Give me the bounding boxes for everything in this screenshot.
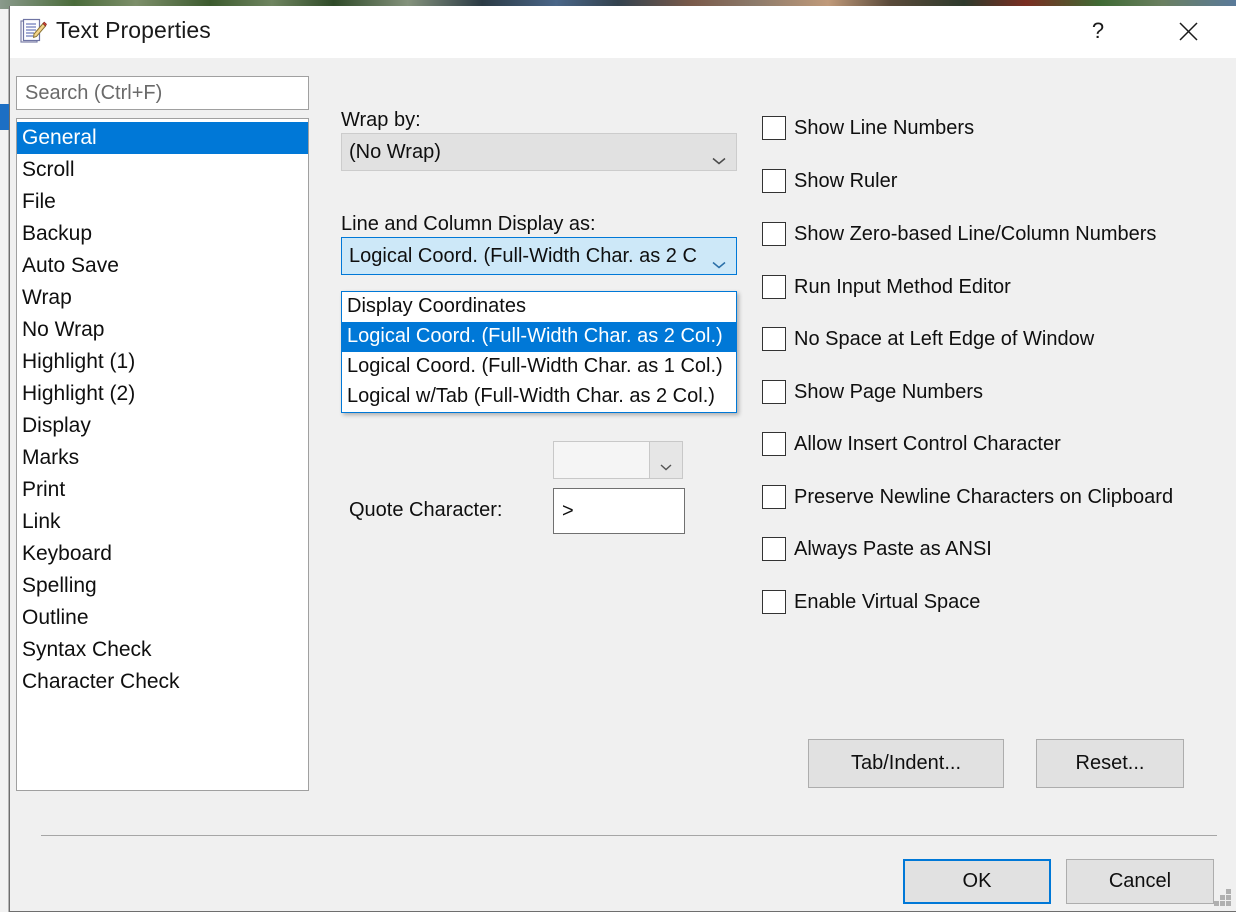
category-item-print[interactable]: Print: [17, 474, 308, 506]
dropdown-option-display-coordinates[interactable]: Display Coordinates: [342, 292, 736, 322]
occluded-spinner-control[interactable]: [553, 441, 683, 479]
checkbox-allow-insert-control-character[interactable]: [762, 432, 786, 456]
category-item-marks[interactable]: Marks: [17, 442, 308, 474]
chevron-down-icon: [712, 252, 726, 269]
reset-button[interactable]: Reset...: [1036, 739, 1184, 788]
checkbox-show-ruler[interactable]: [762, 169, 786, 193]
checkbox-row-no-space-at-left-edge-of-window[interactable]: No Space at Left Edge of Window: [762, 326, 1094, 352]
category-item-file[interactable]: File: [17, 186, 308, 218]
notepad-pencil-icon: [19, 18, 47, 46]
checkbox-label: Allow Insert Control Character: [794, 432, 1061, 455]
page-title: Text Properties: [56, 17, 211, 43]
checkbox-row-show-page-numbers[interactable]: Show Page Numbers: [762, 379, 983, 405]
checkbox-label: Show Line Numbers: [794, 116, 975, 139]
checkbox-row-always-paste-as-ansi[interactable]: Always Paste as ANSI: [762, 536, 992, 562]
wrap-by-select[interactable]: (No Wrap): [341, 133, 737, 171]
checkbox-row-run-input-method-editor[interactable]: Run Input Method Editor: [762, 274, 1011, 300]
checkbox-show-line-numbers[interactable]: [762, 116, 786, 140]
category-item-keyboard[interactable]: Keyboard: [17, 538, 308, 570]
category-item-display[interactable]: Display: [17, 410, 308, 442]
footer-divider: [41, 835, 1217, 836]
dropdown-option-logical-wtab-2col[interactable]: Logical w/Tab (Full-Width Char. as 2 Col…: [342, 382, 736, 412]
quote-character-input[interactable]: [553, 488, 685, 534]
dialog-body: General Scroll File Backup Auto Save Wra…: [10, 58, 1236, 911]
quote-character-label: Quote Character:: [349, 499, 503, 521]
cancel-button[interactable]: Cancel: [1066, 859, 1214, 904]
checkbox-label: Show Page Numbers: [794, 380, 983, 403]
title-bar[interactable]: Text Properties ?: [10, 6, 1236, 58]
category-item-scroll[interactable]: Scroll: [17, 154, 308, 186]
checkbox-show-page-numbers[interactable]: [762, 380, 786, 404]
line-column-display-dropdown[interactable]: Display Coordinates Logical Coord. (Full…: [341, 291, 737, 413]
resize-grip[interactable]: [1214, 889, 1232, 907]
checkbox-label: Enable Virtual Space: [794, 590, 981, 613]
line-column-display-value: Logical Coord. (Full-Width Char. as 2 C: [349, 244, 697, 267]
background-window-selection: [0, 104, 9, 130]
checkbox-run-input-method-editor[interactable]: [762, 275, 786, 299]
wrap-by-value: (No Wrap): [349, 140, 441, 163]
checkbox-always-paste-as-ansi[interactable]: [762, 537, 786, 561]
category-item-no-wrap[interactable]: No Wrap: [17, 314, 308, 346]
checkbox-row-show-zero-based-line-column-numbers[interactable]: Show Zero-based Line/Column Numbers: [762, 221, 1156, 247]
checkbox-label: Preserve Newline Characters on Clipboard: [794, 485, 1174, 508]
checkbox-row-show-ruler[interactable]: Show Ruler: [762, 168, 897, 194]
help-icon[interactable]: ?: [1068, 6, 1128, 56]
dropdown-option-logical-coord-2col[interactable]: Logical Coord. (Full-Width Char. as 2 Co…: [342, 322, 736, 352]
checkbox-row-allow-insert-control-character[interactable]: Allow Insert Control Character: [762, 431, 1061, 457]
search-input[interactable]: [16, 76, 309, 110]
category-item-backup[interactable]: Backup: [17, 218, 308, 250]
dropdown-option-logical-coord-1col[interactable]: Logical Coord. (Full-Width Char. as 1 Co…: [342, 352, 736, 382]
category-item-highlight-2[interactable]: Highlight (2): [17, 378, 308, 410]
chevron-down-icon: [712, 148, 726, 165]
category-item-spelling[interactable]: Spelling: [17, 570, 308, 602]
ok-button[interactable]: OK: [903, 859, 1051, 904]
checkbox-preserve-newline-characters-on-clipboard[interactable]: [762, 485, 786, 509]
checkbox-enable-virtual-space[interactable]: [762, 590, 786, 614]
chevron-down-icon[interactable]: [649, 442, 682, 478]
category-list[interactable]: General Scroll File Backup Auto Save Wra…: [16, 118, 309, 791]
category-item-auto-save[interactable]: Auto Save: [17, 250, 308, 282]
wrap-by-label: Wrap by:: [341, 109, 421, 131]
line-column-display-label: Line and Column Display as:: [341, 213, 596, 235]
category-item-general[interactable]: General: [17, 122, 308, 154]
category-item-character-check[interactable]: Character Check: [17, 666, 308, 698]
category-item-highlight-1[interactable]: Highlight (1): [17, 346, 308, 378]
category-item-wrap[interactable]: Wrap: [17, 282, 308, 314]
category-item-link[interactable]: Link: [17, 506, 308, 538]
checkbox-label: Always Paste as ANSI: [794, 537, 992, 560]
close-icon[interactable]: [1158, 6, 1218, 56]
checkbox-row-preserve-newline-characters-on-clipboard[interactable]: Preserve Newline Characters on Clipboard: [762, 484, 1173, 510]
checkbox-row-enable-virtual-space[interactable]: Enable Virtual Space: [762, 589, 980, 615]
checkbox-label: Show Ruler: [794, 169, 898, 192]
checkbox-label: No Space at Left Edge of Window: [794, 327, 1095, 350]
line-column-display-select[interactable]: Logical Coord. (Full-Width Char. as 2 C: [341, 237, 737, 275]
background-window-edge[interactable]: [0, 9, 9, 912]
checkbox-no-space-at-left-edge-of-window[interactable]: [762, 327, 786, 351]
checkbox-label: Show Zero-based Line/Column Numbers: [794, 222, 1157, 245]
checkbox-show-zero-based-line-column-numbers[interactable]: [762, 222, 786, 246]
text-properties-dialog: Text Properties ? General Scroll File Ba…: [9, 6, 1236, 912]
tab-indent-button[interactable]: Tab/Indent...: [808, 739, 1004, 788]
checkbox-label: Run Input Method Editor: [794, 275, 1011, 298]
category-item-syntax-check[interactable]: Syntax Check: [17, 634, 308, 666]
checkbox-row-show-line-numbers[interactable]: Show Line Numbers: [762, 115, 974, 141]
category-item-outline[interactable]: Outline: [17, 602, 308, 634]
